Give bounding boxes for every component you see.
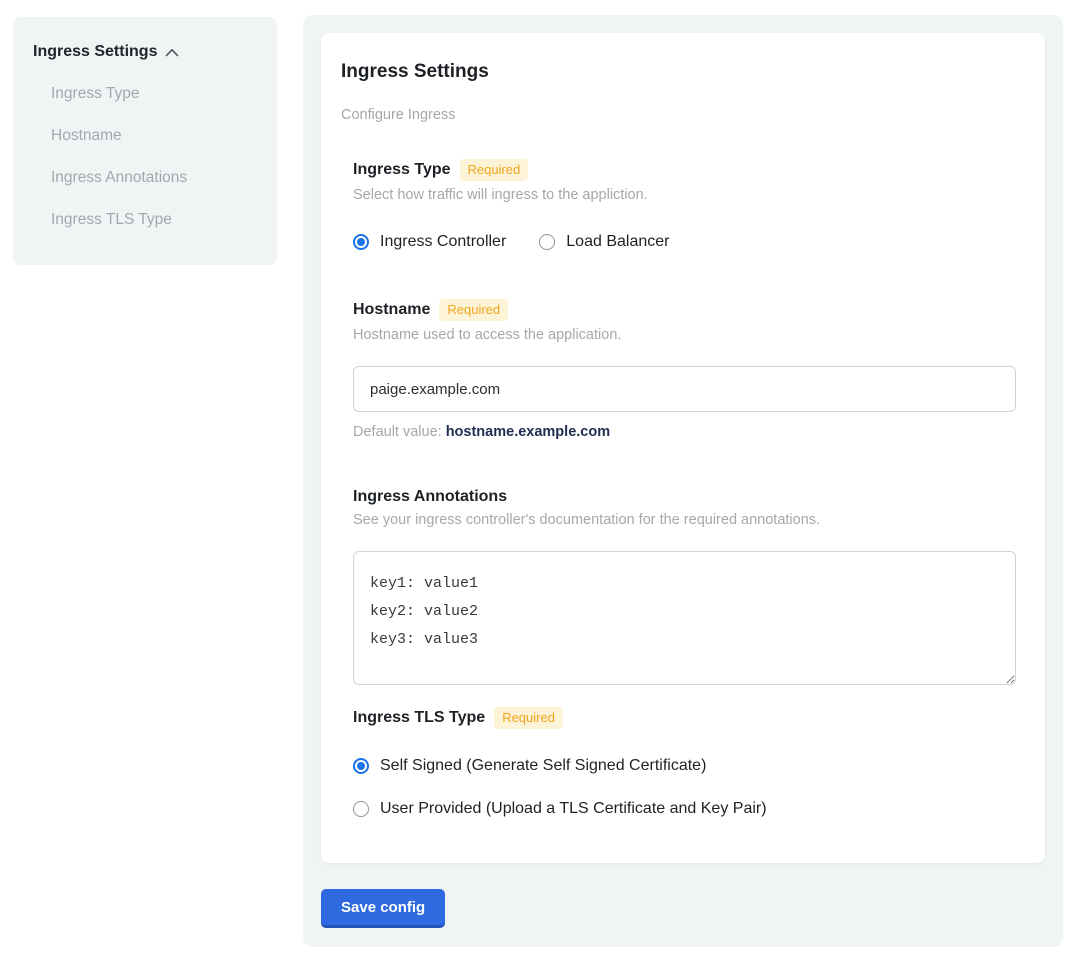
tls-type-label: Ingress TLS Type [353, 709, 485, 727]
form-sections: Ingress Type Required Select how traffic… [353, 159, 1016, 818]
radio-label: Self Signed (Generate Self Signed Certif… [380, 757, 706, 775]
required-badge: Required [439, 299, 508, 321]
hostname-description: Hostname used to access the application. [353, 327, 1016, 343]
radio-label: Ingress Controller [380, 233, 506, 251]
required-badge: Required [460, 159, 529, 181]
radio-self-signed[interactable] [353, 758, 369, 774]
settings-sidebar: Ingress Settings Ingress Type Hostname I… [13, 17, 277, 265]
ingress-type-description: Select how traffic will ingress to the a… [353, 187, 1016, 203]
hostname-input[interactable] [353, 366, 1016, 412]
radio-option-load-balancer[interactable]: Load Balancer [539, 233, 669, 251]
ingress-type-label: Ingress Type [353, 161, 451, 179]
sidebar-item-hostname[interactable]: Hostname [51, 127, 277, 145]
section-ingress-annotations: Ingress Annotations See your ingress con… [353, 488, 1016, 685]
radio-user-provided[interactable] [353, 801, 369, 817]
page-subtitle: Configure Ingress [341, 107, 1016, 123]
chevron-up-icon [165, 48, 179, 57]
sidebar-item-ingress-type[interactable]: Ingress Type [51, 85, 277, 103]
hostname-label: Hostname [353, 301, 430, 319]
default-value: hostname.example.com [446, 424, 610, 440]
sidebar-item-ingress-tls-type[interactable]: Ingress TLS Type [51, 211, 277, 229]
sidebar-section-toggle[interactable]: Ingress Settings [33, 43, 277, 61]
radio-label: User Provided (Upload a TLS Certificate … [380, 800, 767, 818]
sidebar-nav-list: Ingress Type Hostname Ingress Annotation… [33, 85, 277, 229]
section-ingress-type: Ingress Type Required Select how traffic… [353, 159, 1016, 251]
annotations-textarea[interactable]: key1: value1 key2: value2 key3: value3 [353, 551, 1016, 685]
settings-panel: Ingress Settings Configure Ingress Ingre… [303, 15, 1063, 947]
hostname-default-line: Default value: hostname.example.com [353, 424, 1016, 440]
required-badge: Required [494, 707, 563, 729]
annotations-label: Ingress Annotations [353, 488, 507, 506]
default-value-label: Default value: [353, 424, 446, 440]
annotations-description: See your ingress controller's documentat… [353, 512, 1016, 528]
save-config-button[interactable]: Save config [321, 889, 445, 928]
radio-option-ingress-controller[interactable]: Ingress Controller [353, 233, 506, 251]
radio-ingress-controller[interactable] [353, 234, 369, 250]
section-ingress-tls-type: Ingress TLS Type Required Self Signed (G… [353, 707, 1016, 818]
sidebar-section-title: Ingress Settings [33, 43, 157, 61]
sidebar-item-ingress-annotations[interactable]: Ingress Annotations [51, 169, 277, 187]
section-hostname: Hostname Required Hostname used to acces… [353, 299, 1016, 440]
radio-option-self-signed[interactable]: Self Signed (Generate Self Signed Certif… [353, 757, 1016, 775]
page-title: Ingress Settings [341, 61, 1016, 83]
radio-load-balancer[interactable] [539, 234, 555, 250]
radio-option-user-provided[interactable]: User Provided (Upload a TLS Certificate … [353, 800, 1016, 818]
radio-label: Load Balancer [566, 233, 669, 251]
ingress-settings-card: Ingress Settings Configure Ingress Ingre… [321, 33, 1045, 863]
